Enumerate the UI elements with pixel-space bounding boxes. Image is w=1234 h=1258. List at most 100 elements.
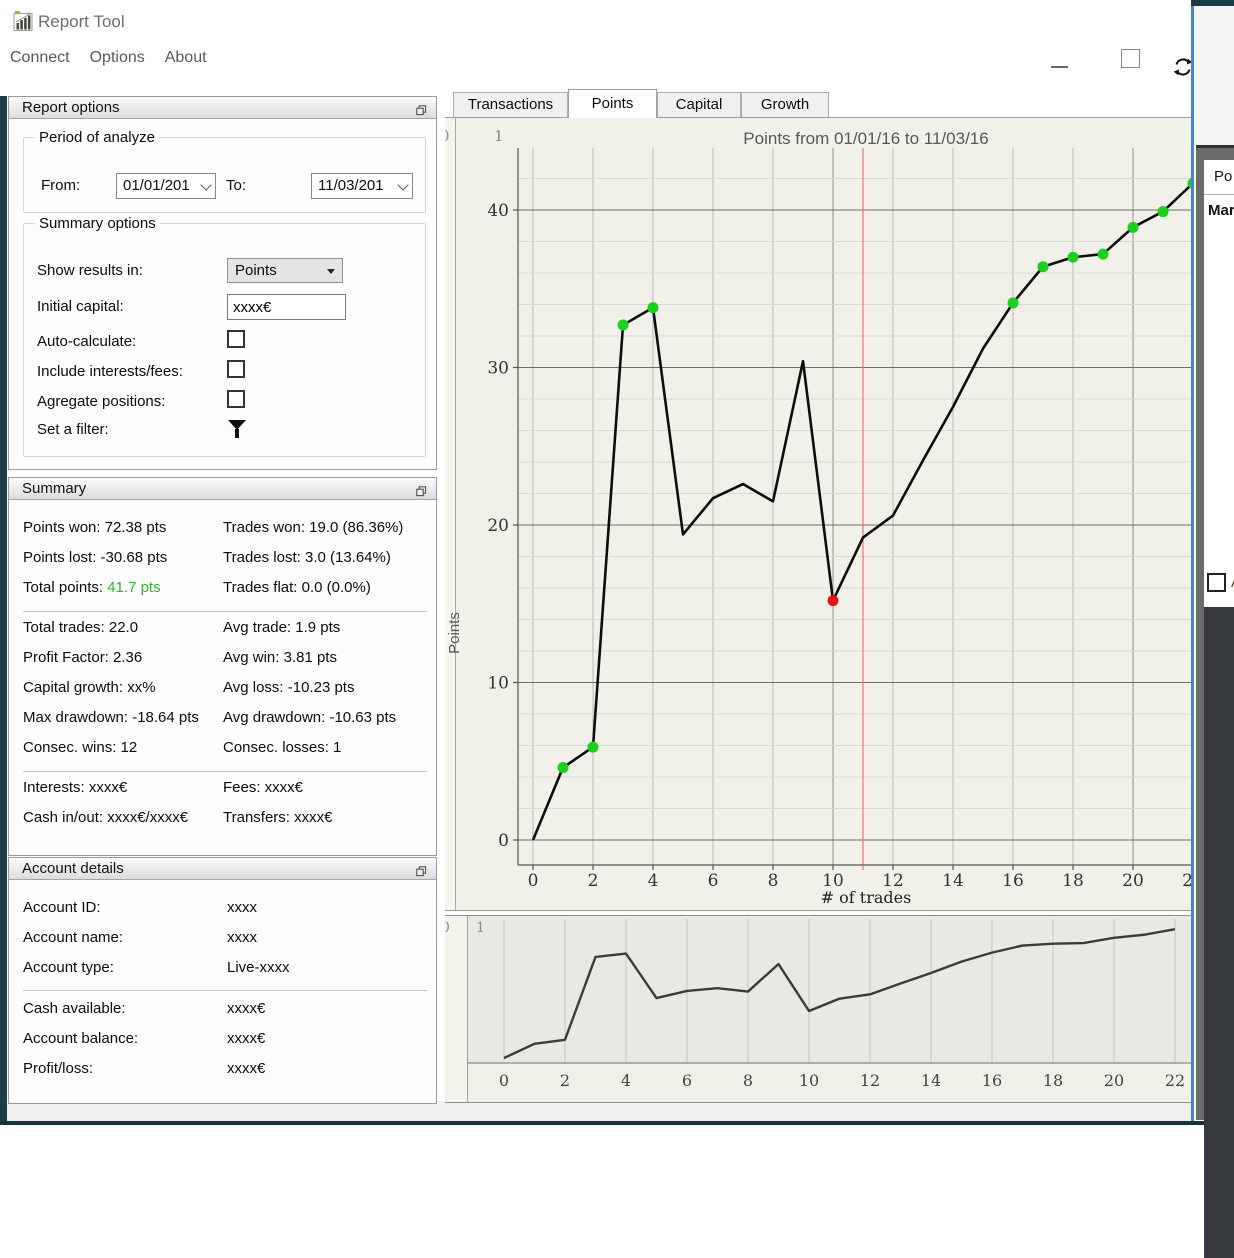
summary-row-cell: Total trades: 22.0 [23, 619, 139, 636]
report-options-header: Report options [9, 97, 436, 119]
account-row-label: Account balance: [23, 1030, 139, 1047]
app-icon [13, 10, 33, 32]
summary-row-cell: Fees: xxxx€ [223, 779, 304, 796]
menu-options[interactable]: Options [90, 49, 155, 67]
menu-connect[interactable]: Connect [10, 49, 80, 67]
auto-calculate-label: Auto-calculate: [37, 333, 137, 350]
svg-text:20: 20 [487, 516, 509, 536]
svg-text:0: 0 [498, 831, 509, 851]
divider [23, 990, 427, 991]
summary-row-cell: Cash in/out: xxxx€/xxxx€ [23, 809, 189, 826]
undock-icon[interactable] [416, 103, 427, 116]
svg-text:8: 8 [743, 1071, 753, 1090]
svg-text:20: 20 [1104, 1071, 1124, 1090]
divider [23, 771, 427, 772]
tab-capital[interactable]: Capital [657, 92, 741, 117]
svg-text:40: 40 [487, 201, 509, 221]
svg-text:2: 2 [588, 871, 599, 891]
summary-row-cell: Points lost: -30.68 pts [23, 549, 168, 566]
svg-text:6: 6 [682, 1071, 692, 1090]
svg-text:4: 4 [648, 871, 659, 891]
report-options-panel: Report options Period of analyze From: 0… [8, 96, 437, 470]
from-date-combo[interactable]: 01/01/201 [116, 173, 216, 199]
svg-text:22: 22 [1165, 1071, 1185, 1090]
svg-text:6: 6 [708, 871, 719, 891]
include-fees-label: Include interests/fees: [37, 363, 183, 380]
floating-window-top-edge [1196, 145, 1234, 148]
menu-about[interactable]: About [165, 49, 217, 67]
svg-text:18: 18 [1062, 871, 1084, 891]
svg-text:4: 4 [621, 1071, 631, 1090]
period-group-legend: Period of analyze [35, 129, 159, 146]
svg-text:0: 0 [445, 920, 450, 936]
loss-marker [827, 595, 839, 607]
svg-text:Points from 01/01/16 to 11/03/: Points from 01/01/16 to 11/03/16 [743, 129, 988, 148]
initial-capital-input[interactable] [227, 294, 346, 320]
svg-text:12: 12 [860, 1071, 880, 1090]
initial-capital-label: Initial capital: [37, 298, 124, 315]
filter-icon[interactable] [228, 420, 246, 440]
to-date-value: 11/03/201 [318, 177, 384, 194]
summary-row-cell: Interests: xxxx€ [23, 779, 128, 796]
window-right-border [1191, 6, 1194, 1121]
floating-checkbox[interactable] [1207, 573, 1226, 592]
svg-text:1: 1 [476, 920, 485, 936]
summary-row-cell: Total points: 41.7 pts [23, 579, 161, 596]
floating-column-header: Mar [1208, 202, 1234, 219]
to-date-combo[interactable]: 11/03/201 [311, 173, 413, 199]
svg-text:14: 14 [942, 871, 964, 891]
win-marker [557, 762, 569, 774]
svg-text:30: 30 [487, 359, 509, 379]
undock-icon[interactable] [416, 864, 427, 877]
tab-growth[interactable]: Growth [741, 92, 829, 117]
show-results-dropdown[interactable]: Points [227, 258, 343, 283]
tab-transactions[interactable]: Transactions [453, 92, 568, 117]
from-date-value: 01/01/201 [123, 177, 190, 194]
account-row-value: xxxx€ [227, 1060, 266, 1077]
divider [1204, 194, 1234, 195]
floating-window-content: Po Mar A [1204, 160, 1234, 607]
report-tool-window: { "titlebar": { "title": "Report Tool", … [0, 0, 1234, 1258]
agregate-positions-checkbox[interactable] [227, 390, 245, 408]
account-row-value: xxxx [227, 899, 257, 916]
svg-text:16: 16 [1002, 871, 1024, 891]
summary-row-cell: Avg trade: 1.9 pts [223, 619, 341, 636]
desktop-area [1194, 6, 1234, 145]
maximize-button[interactable] [1121, 49, 1140, 68]
svg-text:# of trades: # of trades [821, 888, 912, 907]
points-chart[interactable]: 0102030400246810121416182022Points from … [440, 118, 1204, 910]
account-row-label: Account name: [23, 929, 124, 946]
svg-text:Points: Points [446, 612, 463, 654]
show-results-value: Points [235, 262, 277, 279]
overview-chart[interactable]: 0 2 4 6 8 10 12 14 16 18 20 22 0 1 [441, 916, 1191, 1102]
floating-window-title: Po [1214, 168, 1233, 185]
include-fees-checkbox[interactable] [227, 360, 245, 378]
svg-text:0: 0 [499, 1071, 509, 1090]
dropdown-arrow-icon [327, 269, 335, 274]
svg-text:22: 22 [1182, 871, 1191, 891]
account-row-label: Account ID: [23, 899, 101, 916]
svg-text:20: 20 [1122, 871, 1144, 891]
summary-row-cell: Capital growth: xx% [23, 679, 156, 696]
auto-calculate-checkbox[interactable] [227, 330, 245, 348]
summary-panel: Summary Points won: 72.38 pts Trades won:… [8, 477, 437, 856]
chevron-down-icon [397, 179, 409, 191]
minimize-button[interactable] [1051, 66, 1068, 68]
tab-points[interactable]: Points [568, 89, 657, 118]
win-marker [587, 741, 599, 753]
show-results-label: Show results in: [37, 262, 143, 279]
window-title: Report Tool [38, 12, 125, 31]
desktop-edge-top-right [1191, 0, 1234, 6]
menu-bar: Connect Options About [10, 49, 227, 67]
win-marker [1037, 261, 1049, 273]
svg-text:18: 18 [1043, 1071, 1063, 1090]
chevron-down-icon [200, 179, 212, 191]
undock-icon[interactable] [416, 484, 427, 497]
account-row-label: Profit/loss: [23, 1060, 94, 1077]
win-marker [647, 302, 659, 314]
overview-chart-panel: 0 2 4 6 8 10 12 14 16 18 20 22 0 1 [441, 915, 1191, 1103]
win-marker [1127, 221, 1139, 233]
svg-text:8: 8 [768, 871, 779, 891]
summary-row-cell: Consec. wins: 12 [23, 739, 138, 756]
summary-row-cell: Trades won: 19.0 (86.36%) [223, 519, 404, 536]
